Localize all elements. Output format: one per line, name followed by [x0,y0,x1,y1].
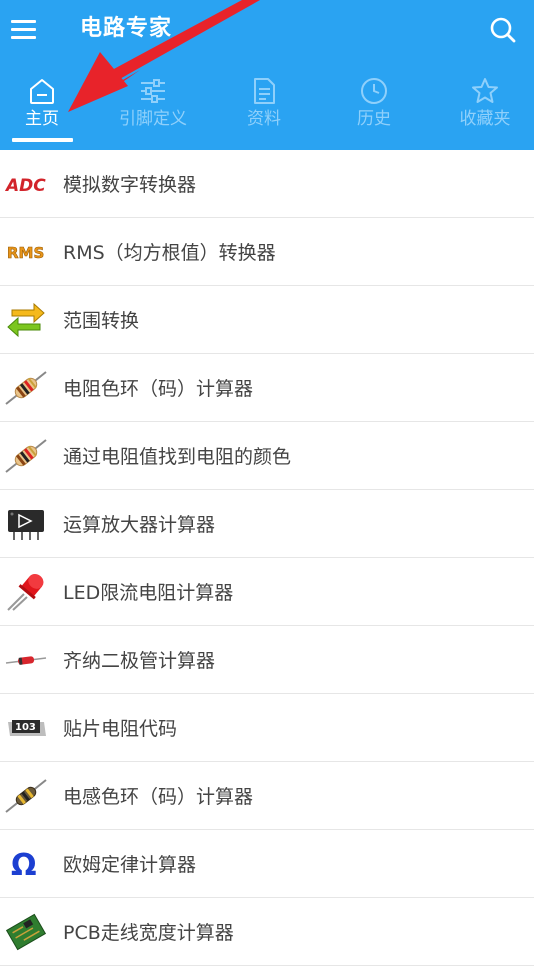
tab-pinout[interactable]: 引脚定义 [98,76,208,142]
list-item-led[interactable]: LED限流电阻计算器 [0,558,534,626]
list-item-resistor-color-code[interactable]: 电阻色环（码）计算器 [0,354,534,422]
list-item-label: 电感色环（码）计算器 [63,786,254,808]
op-amp-chip-icon [4,504,48,544]
app-title: 电路专家 [80,16,173,41]
tab-label: 主页 [25,109,59,129]
list-item-resistor-find-color[interactable]: 通过电阻值找到电阻的颜色 [0,422,534,490]
list-item-label: LED限流电阻计算器 [63,582,234,604]
tab-label: 收藏夹 [459,109,511,129]
list-item-adc[interactable]: ADC 模拟数字转换器 [0,150,534,218]
star-icon [472,78,498,103]
list-item-smd-resistor[interactable]: 103 贴片电阻代码 [0,694,534,762]
led-icon [4,572,48,612]
resistor-icon [4,436,48,476]
omega-icon: Ω [4,844,48,884]
pcb-icon [4,912,48,952]
list-item-label: 贴片电阻代码 [63,718,178,740]
list-item-zener-diode[interactable]: 齐纳二极管计算器 [0,626,534,694]
list-item-label: 通过电阻值找到电阻的颜色 [63,446,292,468]
tab-documents[interactable]: 资料 [209,76,319,142]
zener-diode-icon [4,640,48,680]
list-item-op-amp[interactable]: 运算放大器计算器 [0,490,534,558]
tab-label: 引脚定义 [119,109,187,129]
tab-history[interactable]: 历史 [319,76,429,142]
active-tab-indicator [12,138,73,142]
rms-icon: RMS [4,232,48,272]
icon-text: 103 [15,722,36,733]
tab-label: 历史 [357,109,391,129]
list-item-ohms-law[interactable]: Ω 欧姆定律计算器 [0,830,534,898]
tab-home[interactable]: 主页 [0,76,97,142]
tool-list: ADC 模拟数字转换器 RMS RMS（均方根值）转换器 范围转换 电阻色环（码… [0,150,534,966]
clock-icon [361,78,387,104]
app-bar: 电路专家 主页 引脚定义 资料 历史 收藏夹 [0,0,534,150]
list-item-label: 模拟数字转换器 [63,174,197,196]
list-item-label: 齐纳二极管计算器 [63,650,216,672]
tab-label: 资料 [247,109,281,129]
icon-text: ADC [4,176,46,196]
icon-text: Ω [11,848,37,883]
list-item-label: 范围转换 [63,310,140,332]
sliders-icon [141,79,165,103]
tab-bar: 主页 引脚定义 资料 历史 收藏夹 [0,76,534,150]
document-icon [254,78,275,104]
hamburger-menu-icon[interactable] [10,17,38,41]
list-item-label: RMS（均方根值）转换器 [63,242,276,264]
icon-text: RMS [7,244,44,262]
tab-favorites[interactable]: 收藏夹 [430,76,534,142]
inductor-icon [4,776,48,816]
range-convert-arrows-icon [4,300,48,340]
list-item-range-convert[interactable]: 范围转换 [0,286,534,354]
resistor-icon [4,368,48,408]
list-item-inductor-color-code[interactable]: 电感色环（码）计算器 [0,762,534,830]
list-item-label: 欧姆定律计算器 [63,854,197,876]
list-item-label: 运算放大器计算器 [63,514,216,536]
search-icon[interactable] [488,15,518,45]
smd-resistor-icon: 103 [4,708,48,748]
home-icon [30,79,54,104]
list-item-rms[interactable]: RMS RMS（均方根值）转换器 [0,218,534,286]
adc-icon: ADC [4,164,48,204]
list-item-pcb-trace-width[interactable]: PCB走线宽度计算器 [0,898,534,966]
list-item-label: 电阻色环（码）计算器 [63,378,254,400]
